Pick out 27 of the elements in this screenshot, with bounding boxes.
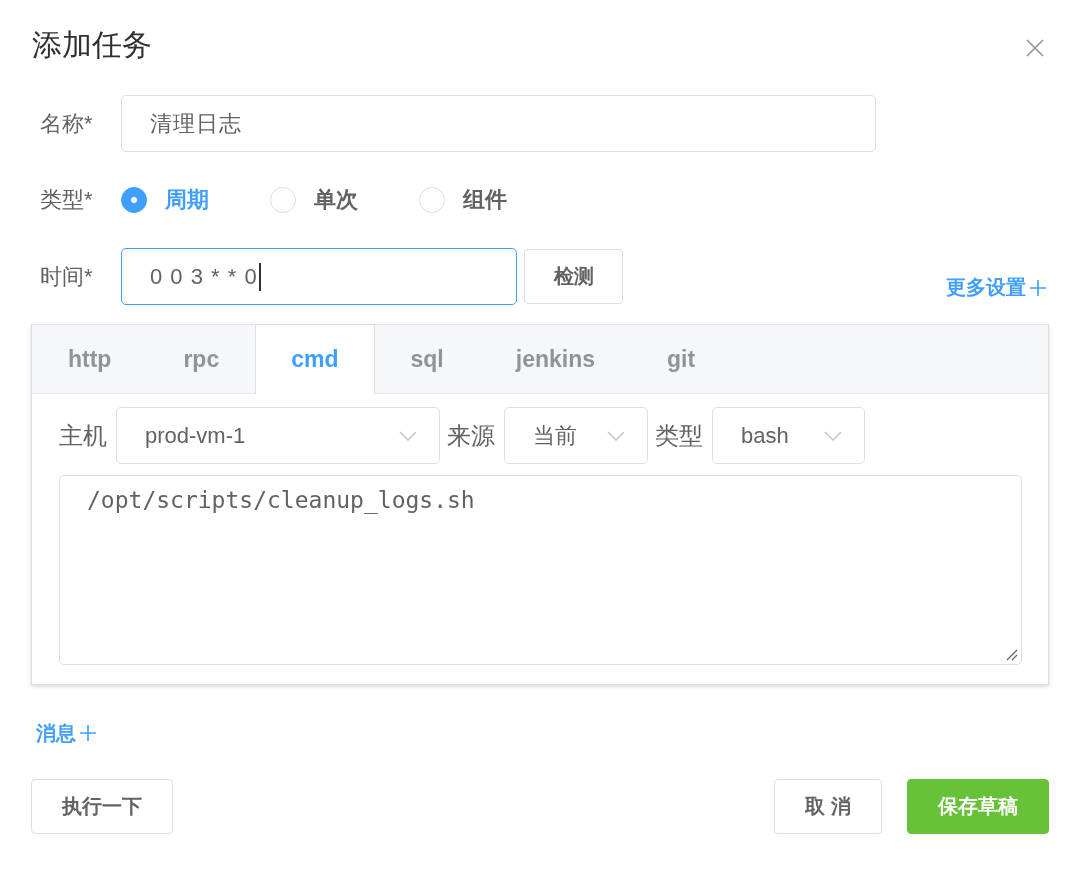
script-textarea[interactable]: /opt/scripts/cleanup_logs.sh bbox=[59, 475, 1022, 665]
dropdown-field[interactable]: prod-vm-1 bbox=[116, 407, 440, 464]
radio-option[interactable]: 单次 bbox=[270, 185, 358, 215]
chevron-down-icon bbox=[399, 430, 417, 441]
field-label: 来源 bbox=[447, 420, 495, 451]
check-button[interactable]: 检测 bbox=[524, 249, 623, 304]
field-label: 名称* bbox=[39, 109, 94, 138]
chevron-down-icon bbox=[607, 430, 625, 441]
text-cursor-icon bbox=[258, 262, 261, 291]
time-input-field[interactable]: 0 0 3 * * 0 bbox=[121, 248, 517, 305]
dialog-title: 添加任务 bbox=[32, 27, 152, 63]
chevron-down-icon bbox=[824, 430, 842, 441]
field-label: 主机 bbox=[59, 420, 107, 451]
field-label: 时间* bbox=[39, 262, 94, 291]
close-icon[interactable] bbox=[1026, 39, 1044, 57]
radio-icon[interactable] bbox=[121, 187, 147, 213]
field-label: 类型 bbox=[655, 420, 703, 451]
name-input-field[interactable]: 清理日志 bbox=[121, 95, 876, 152]
resize-handle-icon[interactable] bbox=[1006, 649, 1018, 661]
plus-icon bbox=[79, 724, 97, 742]
action-button[interactable]: 取 消 bbox=[774, 779, 882, 834]
radio-option[interactable]: 组件 bbox=[419, 185, 507, 215]
dropdown-field[interactable]: bash bbox=[712, 407, 865, 464]
plus-icon bbox=[1029, 278, 1047, 297]
field-label: 类型* bbox=[39, 186, 94, 214]
action-button[interactable]: 执行一下 bbox=[31, 779, 173, 834]
dropdown-field[interactable]: 当前 bbox=[504, 407, 648, 464]
